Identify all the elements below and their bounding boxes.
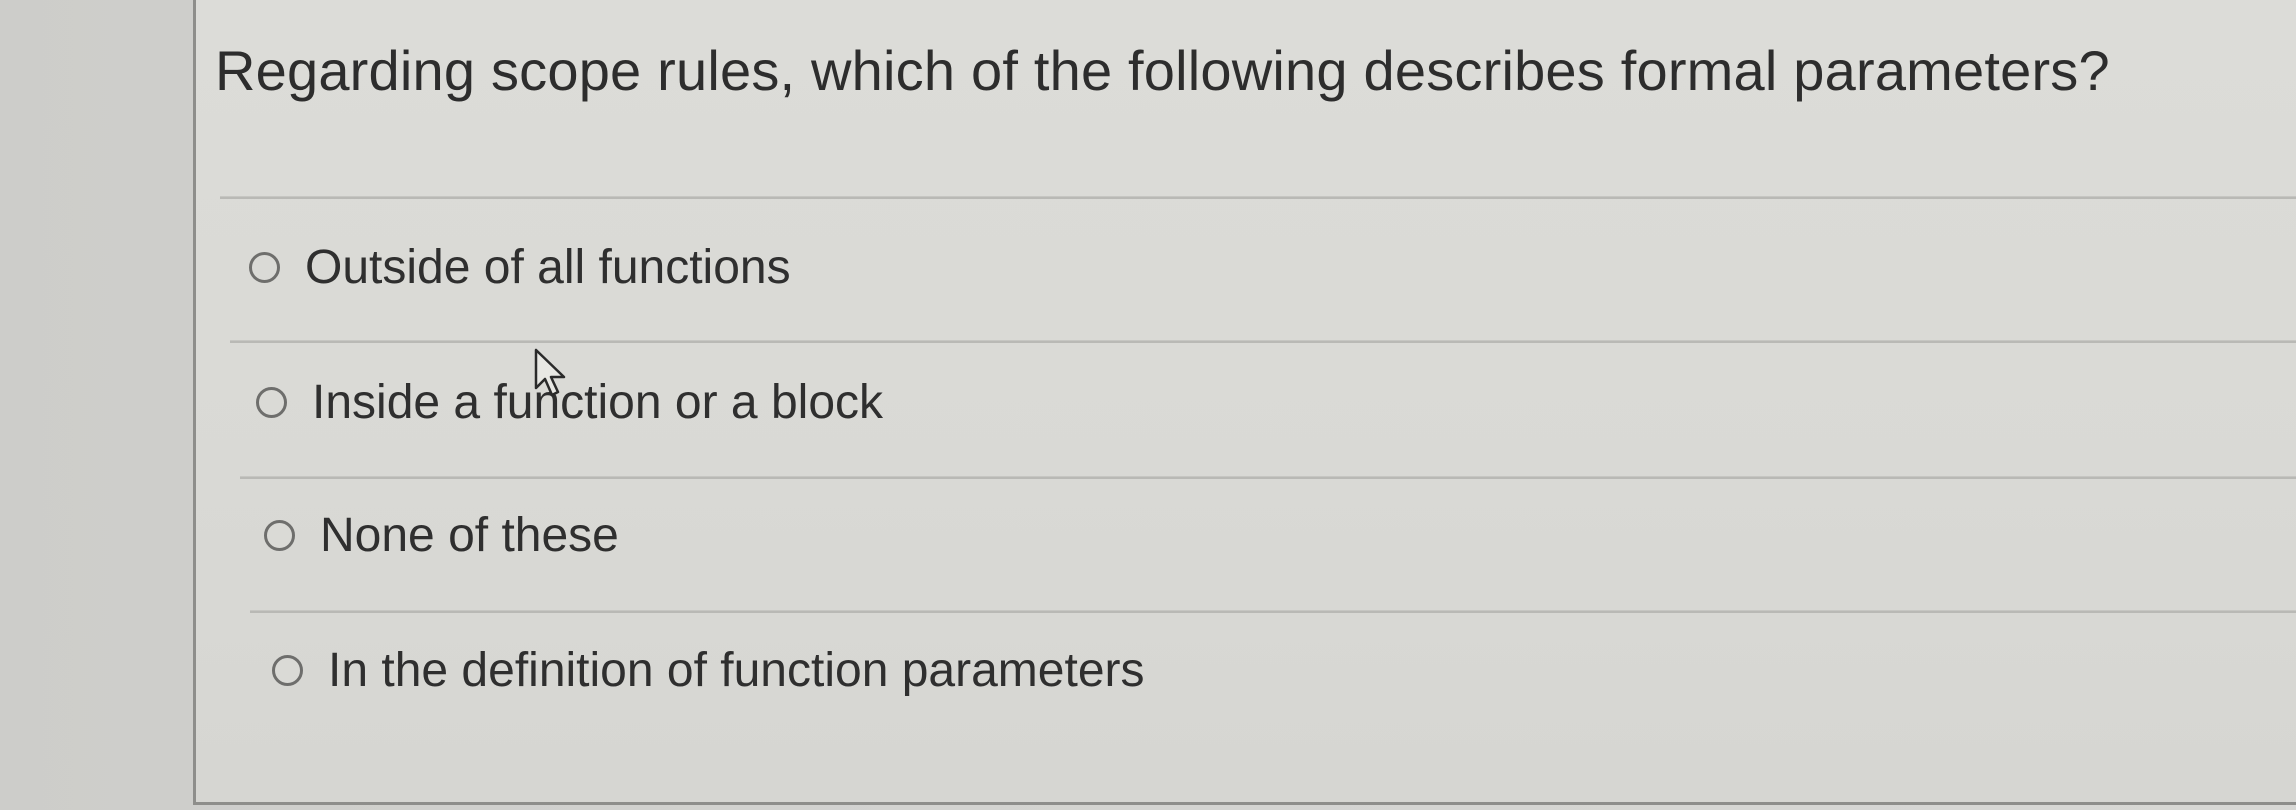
option-inside-function-or-block[interactable]: Inside a function or a block — [256, 375, 883, 430]
option-function-parameters-definition[interactable]: In the definition of function parameters — [272, 643, 1145, 698]
divider — [240, 476, 2296, 479]
screen: Regarding scope rules, which of the foll… — [0, 0, 2296, 810]
option-label: Outside of all functions — [305, 241, 791, 294]
radio-button-icon[interactable] — [256, 387, 287, 418]
option-label: Inside a function or a block — [312, 376, 884, 429]
arrow-cursor-icon — [534, 348, 566, 397]
question-text: Regarding scope rules, which of the foll… — [215, 39, 2110, 102]
option-label: In the definition of function parameters — [328, 644, 1145, 697]
divider — [220, 196, 2296, 199]
radio-button-icon[interactable] — [249, 252, 280, 283]
divider — [230, 340, 2296, 343]
radio-button-icon[interactable] — [272, 655, 303, 686]
radio-button-icon[interactable] — [264, 520, 295, 551]
option-none-of-these[interactable]: None of these — [264, 508, 619, 563]
option-outside-all-functions[interactable]: Outside of all functions — [249, 240, 791, 295]
option-label: None of these — [320, 509, 619, 562]
divider — [250, 610, 2296, 613]
